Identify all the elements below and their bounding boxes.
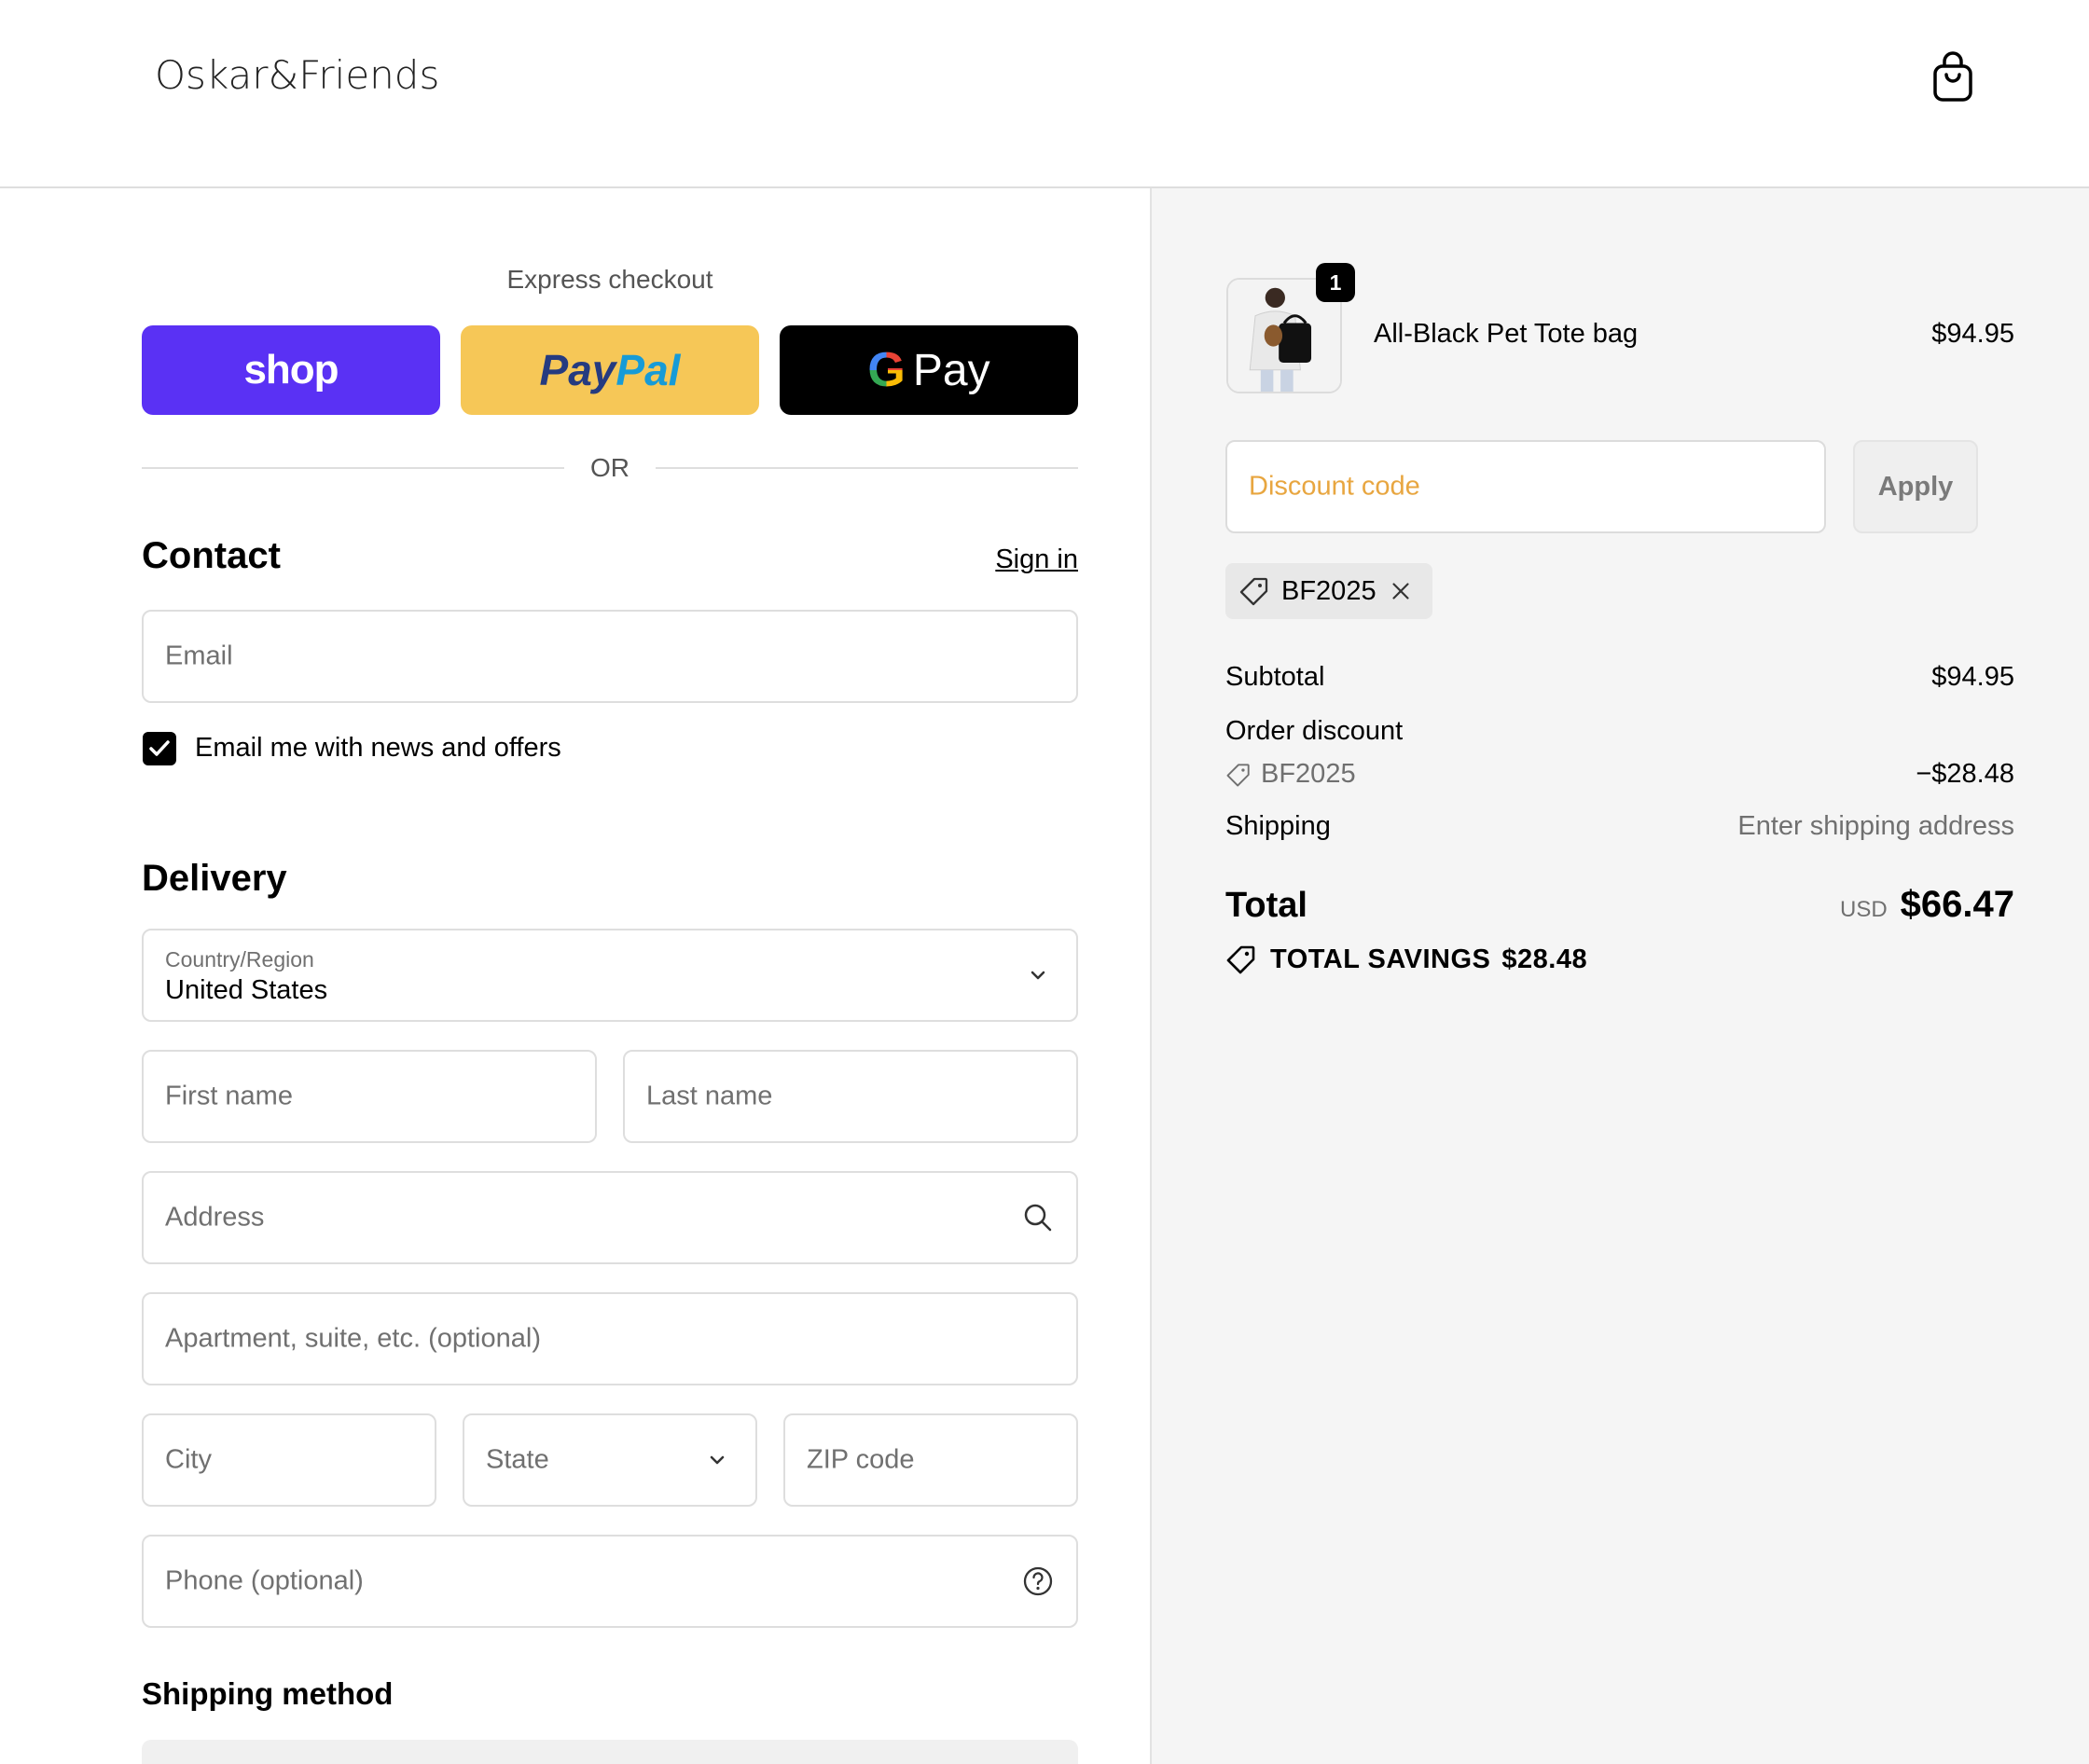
email-placeholder: Email bbox=[165, 641, 233, 671]
order-discount-code-row: BF2025 bbox=[1225, 759, 1356, 790]
city-placeholder: City bbox=[165, 1444, 212, 1475]
checkmark-icon bbox=[149, 740, 170, 756]
state-placeholder: State bbox=[486, 1444, 549, 1475]
shop-pay-label: shop bbox=[243, 347, 339, 393]
divider-line bbox=[656, 467, 1078, 469]
google-g-icon: G bbox=[867, 343, 906, 397]
phone-placeholder: Phone (optional) bbox=[165, 1565, 364, 1596]
help-circle-icon[interactable] bbox=[1022, 1565, 1054, 1597]
phone-field[interactable]: Phone (optional) bbox=[142, 1535, 1078, 1628]
apply-discount-button[interactable]: Apply bbox=[1853, 440, 1978, 533]
apartment-field[interactable]: Apartment, suite, etc. (optional) bbox=[142, 1292, 1078, 1385]
checkout-form-column: Express checkout shop Pay Pal G Pay OR Co… bbox=[0, 188, 1150, 1764]
order-discount-value: −$28.48 bbox=[1916, 759, 2014, 789]
country-value: United States bbox=[165, 975, 328, 1005]
store-logo[interactable]: Oskar&Friends bbox=[155, 52, 439, 98]
zip-code-placeholder: ZIP code bbox=[807, 1444, 915, 1475]
last-name-placeholder: Last name bbox=[646, 1081, 773, 1111]
total-currency: USD bbox=[1839, 897, 1888, 922]
search-icon[interactable] bbox=[1022, 1202, 1054, 1233]
first-name-field[interactable]: First name bbox=[142, 1050, 597, 1143]
paypal-label-part1: Pay bbox=[539, 346, 616, 394]
google-pay-button[interactable]: G Pay bbox=[780, 325, 1078, 415]
express-checkout-title: Express checkout bbox=[506, 265, 713, 294]
first-name-placeholder: First name bbox=[165, 1081, 293, 1111]
shipping-label: Shipping bbox=[1225, 811, 1331, 841]
product-name: All-Black Pet Tote bag bbox=[1374, 319, 1639, 349]
news-offers-checkbox[interactable] bbox=[143, 732, 176, 765]
tag-icon bbox=[1239, 577, 1268, 606]
subtotal-value: $94.95 bbox=[1931, 662, 2014, 692]
google-pay-label: Pay bbox=[912, 345, 990, 395]
address-field[interactable]: Address bbox=[142, 1171, 1078, 1264]
discount-code-placeholder: Discount code bbox=[1249, 471, 1420, 502]
delivery-heading: Delivery bbox=[142, 858, 287, 899]
total-label: Total bbox=[1225, 886, 1307, 925]
shipping-method-heading: Shipping method bbox=[142, 1676, 394, 1711]
header: Oskar&Friends bbox=[0, 0, 2089, 188]
news-offers-label[interactable]: Email me with news and offers bbox=[195, 733, 561, 764]
remove-discount-close-icon[interactable] bbox=[1388, 578, 1414, 604]
total-savings-label: TOTAL SAVINGS bbox=[1270, 944, 1491, 974]
shipping-method-box bbox=[142, 1740, 1078, 1764]
subtotal-label: Subtotal bbox=[1225, 662, 1325, 692]
apartment-placeholder: Apartment, suite, etc. (optional) bbox=[165, 1323, 541, 1354]
chevron-down-icon bbox=[1031, 971, 1045, 980]
sign-in-link[interactable]: Sign in bbox=[995, 544, 1078, 575]
applied-discount-tag: BF2025 bbox=[1225, 563, 1432, 619]
chevron-down-icon bbox=[710, 1455, 725, 1465]
address-placeholder: Address bbox=[165, 1202, 265, 1233]
order-discount-label: Order discount bbox=[1225, 716, 1404, 746]
or-label: OR bbox=[590, 453, 629, 482]
total-savings-value: $28.48 bbox=[1501, 944, 1588, 974]
or-divider: OR bbox=[142, 449, 1078, 487]
email-field[interactable]: Email bbox=[142, 610, 1078, 703]
shipping-value: Enter shipping address bbox=[1737, 811, 2014, 841]
tag-icon bbox=[1226, 763, 1250, 786]
last-name-field[interactable]: Last name bbox=[623, 1050, 1078, 1143]
savings-tag-icon bbox=[1226, 945, 1255, 974]
paypal-button[interactable]: Pay Pal bbox=[461, 325, 759, 415]
total-value: $66.47 bbox=[1900, 884, 2014, 925]
shopping-bag-icon[interactable] bbox=[1930, 50, 1975, 103]
zip-code-field[interactable]: ZIP code bbox=[783, 1413, 1078, 1507]
contact-heading: Contact bbox=[142, 535, 281, 576]
order-discount-code: BF2025 bbox=[1261, 759, 1356, 789]
order-summary-column: 1 All-Black Pet Tote bag $94.95 Discount… bbox=[1150, 188, 2089, 1764]
divider-line bbox=[142, 467, 564, 469]
quantity-badge: 1 bbox=[1316, 263, 1355, 302]
discount-code-input[interactable]: Discount code bbox=[1225, 440, 1826, 533]
total-amount: USD $66.47 bbox=[1840, 884, 2014, 926]
city-field[interactable]: City bbox=[142, 1413, 436, 1507]
country-select[interactable]: Country/Region United States bbox=[142, 929, 1078, 1022]
total-savings: TOTAL SAVINGS $28.48 bbox=[1225, 944, 1587, 975]
applied-discount-code: BF2025 bbox=[1281, 575, 1377, 606]
product-price: $94.95 bbox=[1931, 319, 2014, 349]
paypal-label-part2: Pal bbox=[616, 346, 681, 394]
shop-pay-button[interactable]: shop bbox=[142, 325, 440, 415]
country-label: Country/Region bbox=[165, 947, 314, 972]
state-select[interactable]: State bbox=[463, 1413, 757, 1507]
